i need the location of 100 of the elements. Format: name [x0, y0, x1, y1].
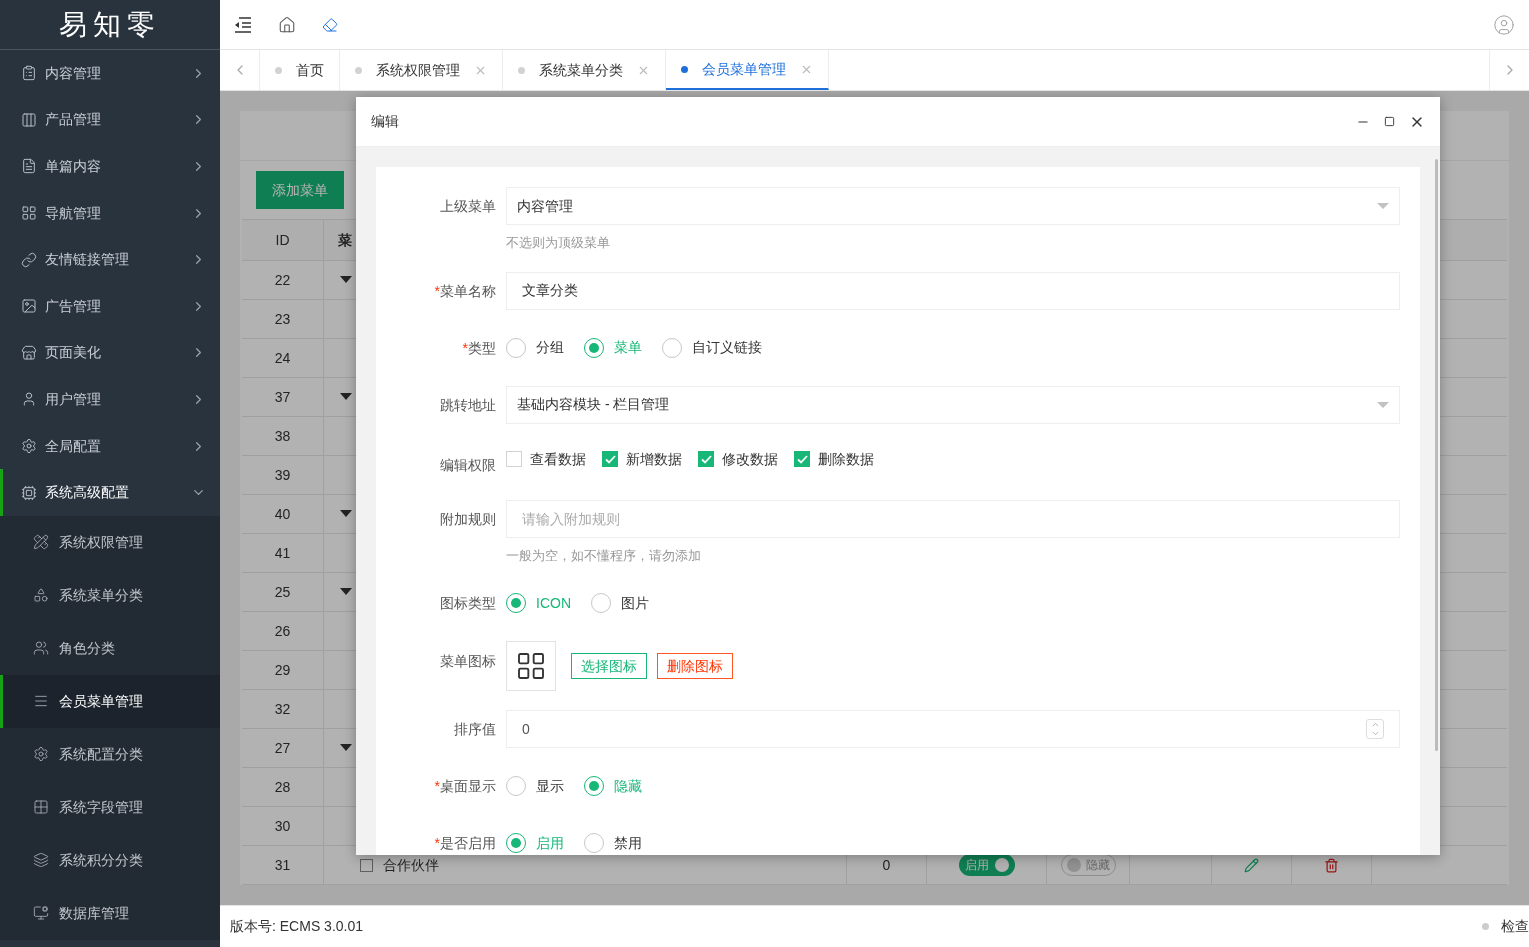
settings-icon [21, 438, 37, 455]
table-cell: 37 [242, 378, 324, 416]
sidebar-item[interactable]: 友情链接管理 [0, 236, 220, 283]
checkbox-option[interactable]: 查看数据 [506, 448, 586, 470]
check-icon [604, 454, 616, 464]
sidebar-item[interactable]: 单篇内容 [0, 143, 220, 190]
delete-icon-button[interactable]: 删除图标 [657, 653, 733, 679]
field-label: *菜单名称 [433, 281, 497, 301]
sidebar-item[interactable]: 产品管理 [0, 96, 220, 144]
field-label: *类型 [461, 338, 497, 358]
layers-icon [33, 852, 49, 869]
grid-icon [21, 205, 37, 222]
table-cell: 29 [242, 651, 324, 689]
shapes-icon [33, 587, 49, 604]
sidebar-subitem[interactable]: 系统积分分类 [0, 833, 220, 887]
checkbox-option[interactable]: 修改数据 [698, 448, 778, 470]
expand-triangle-icon[interactable] [340, 510, 352, 518]
users-icon [33, 640, 49, 657]
logo: 易知零 [59, 6, 161, 43]
field-label: 附加规则 [439, 509, 497, 529]
radio-option[interactable]: 分组 [506, 337, 564, 358]
sidebar-item[interactable]: 内容管理 [0, 50, 220, 97]
table-cell: 22 [242, 261, 324, 299]
column-header: ID [242, 220, 324, 260]
expand-triangle-icon[interactable] [340, 588, 352, 596]
home-icon[interactable] [278, 15, 296, 34]
sidebar-item[interactable]: 广告管理 [0, 282, 220, 330]
row-checkbox[interactable] [360, 858, 373, 872]
field-label: *桌面显示 [433, 777, 497, 796]
table-cell: 27 [242, 729, 324, 767]
tab[interactable]: 系统菜单分类 [503, 50, 666, 90]
sidebar-subitem[interactable]: 会员菜单管理 [0, 674, 220, 728]
sidebar-subitem[interactable]: 系统字段管理 [0, 780, 220, 834]
avatar-icon[interactable] [1493, 13, 1515, 36]
maximize-icon[interactable] [1384, 116, 1395, 127]
scrollbar[interactable] [1435, 159, 1438, 751]
expand-triangle-icon[interactable] [340, 276, 352, 284]
columns-icon [21, 111, 37, 128]
grid-icon [33, 799, 49, 816]
field-label: 排序值 [453, 720, 497, 739]
status-text: 检查 [1501, 917, 1529, 936]
sidebar-item[interactable]: 导航管理 [0, 189, 220, 237]
version-text: 版本号: ECMS 3.0.01 [230, 917, 365, 936]
radio-option[interactable]: 自订义链接 [662, 337, 762, 358]
input-field[interactable]: 请输入附加规则 [506, 499, 1400, 538]
tab[interactable]: 系统权限管理 [340, 50, 503, 90]
table-cell-text: 合作伙伴 [383, 855, 439, 875]
field-label: *是否启用 [433, 834, 497, 853]
input-field[interactable]: 文章分类 [506, 271, 1400, 310]
table-cell: 28 [242, 768, 324, 806]
sidebar-subitem[interactable]: 数据库管理 [0, 886, 220, 940]
table-cell: 30 [242, 807, 324, 845]
table-cell: 26 [242, 612, 324, 650]
radio-option[interactable]: 禁用 [584, 832, 642, 854]
edit-icon[interactable] [1244, 857, 1259, 873]
table-cell: 25 [242, 573, 324, 611]
sidebar-subitem[interactable]: 系统菜单分类 [0, 568, 220, 622]
dialog-title: 编辑 [371, 112, 400, 131]
column-header: 菜 [337, 230, 352, 250]
tab[interactable]: 首页 [260, 50, 340, 90]
sidebar-item[interactable]: 用户管理 [0, 376, 220, 423]
field-label: 图标类型 [439, 594, 497, 613]
table-cell: 24 [242, 339, 324, 377]
monitor-gear-icon [33, 905, 49, 922]
grid-icon [515, 650, 547, 682]
sidebar-subitem[interactable]: 系统权限管理 [0, 515, 220, 569]
number-field[interactable]: 0 [506, 710, 1400, 748]
expand-triangle-icon[interactable] [340, 744, 352, 752]
sidebar-subitem[interactable]: 角色分类 [0, 621, 220, 675]
pencil-ruler-icon [33, 534, 49, 551]
eraser-icon[interactable] [322, 16, 338, 33]
field-label: 跳转地址 [439, 395, 497, 415]
check-icon [796, 454, 808, 464]
help-text: 不选则为顶级菜单 [506, 234, 611, 252]
document-icon [21, 158, 37, 175]
settings-icon [33, 746, 49, 763]
dropdown-triangle-icon [1377, 401, 1389, 408]
select-field[interactable]: 基础内容模块 - 栏目管理 [506, 385, 1400, 424]
radio-option[interactable]: 显示 [506, 775, 564, 797]
collapse-menu-icon[interactable] [234, 16, 252, 33]
sidebar-item[interactable]: 全局配置 [0, 422, 220, 470]
image-icon [21, 298, 37, 315]
field-label: 菜单图标 [439, 652, 497, 671]
radio-option[interactable]: 图片 [591, 592, 649, 614]
field-label: 上级菜单 [439, 197, 497, 216]
table-cell: 41 [242, 534, 324, 572]
expand-triangle-icon[interactable] [340, 393, 352, 401]
table-cell: 39 [242, 456, 324, 494]
table-cell: 38 [242, 417, 324, 455]
select-field[interactable]: 内容管理 [506, 187, 1400, 225]
chip-icon [21, 484, 37, 501]
sidebar-subitem[interactable]: 系统配置分类 [0, 727, 220, 781]
checkbox-option[interactable]: 删除数据 [794, 448, 874, 470]
delete-icon[interactable] [1324, 857, 1339, 873]
link-icon [21, 251, 37, 268]
checkbox-option[interactable]: 新增数据 [602, 448, 682, 470]
table-cell: 40 [242, 495, 324, 533]
table-cell: 23 [242, 300, 324, 338]
sidebar-item[interactable]: 页面美化 [0, 329, 220, 377]
dropdown-triangle-icon [1377, 203, 1389, 209]
